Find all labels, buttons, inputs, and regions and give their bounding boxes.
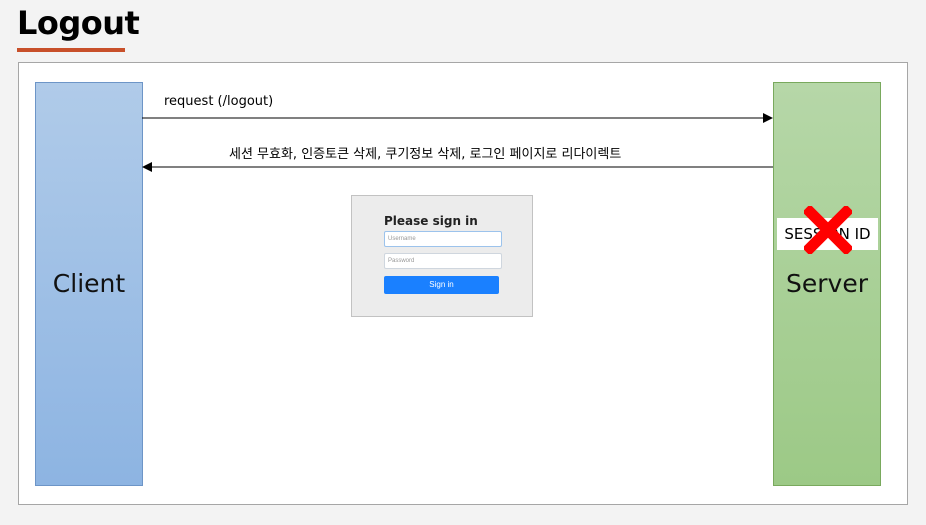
request-label: request (/logout) (164, 94, 274, 109)
login-heading: Please sign in (384, 214, 478, 228)
cross-icon (804, 206, 852, 254)
login-page-preview: Please sign in Username Password Sign in (351, 195, 533, 317)
username-field: Username (384, 231, 502, 247)
response-arrowhead (142, 162, 152, 172)
response-label: 세션 무효화, 인증토큰 삭제, 쿠기정보 삭제, 로그인 페이지로 리다이렉트 (229, 147, 622, 162)
sign-in-button: Sign in (384, 276, 499, 294)
password-field: Password (384, 253, 502, 269)
request-arrowhead (763, 113, 773, 123)
